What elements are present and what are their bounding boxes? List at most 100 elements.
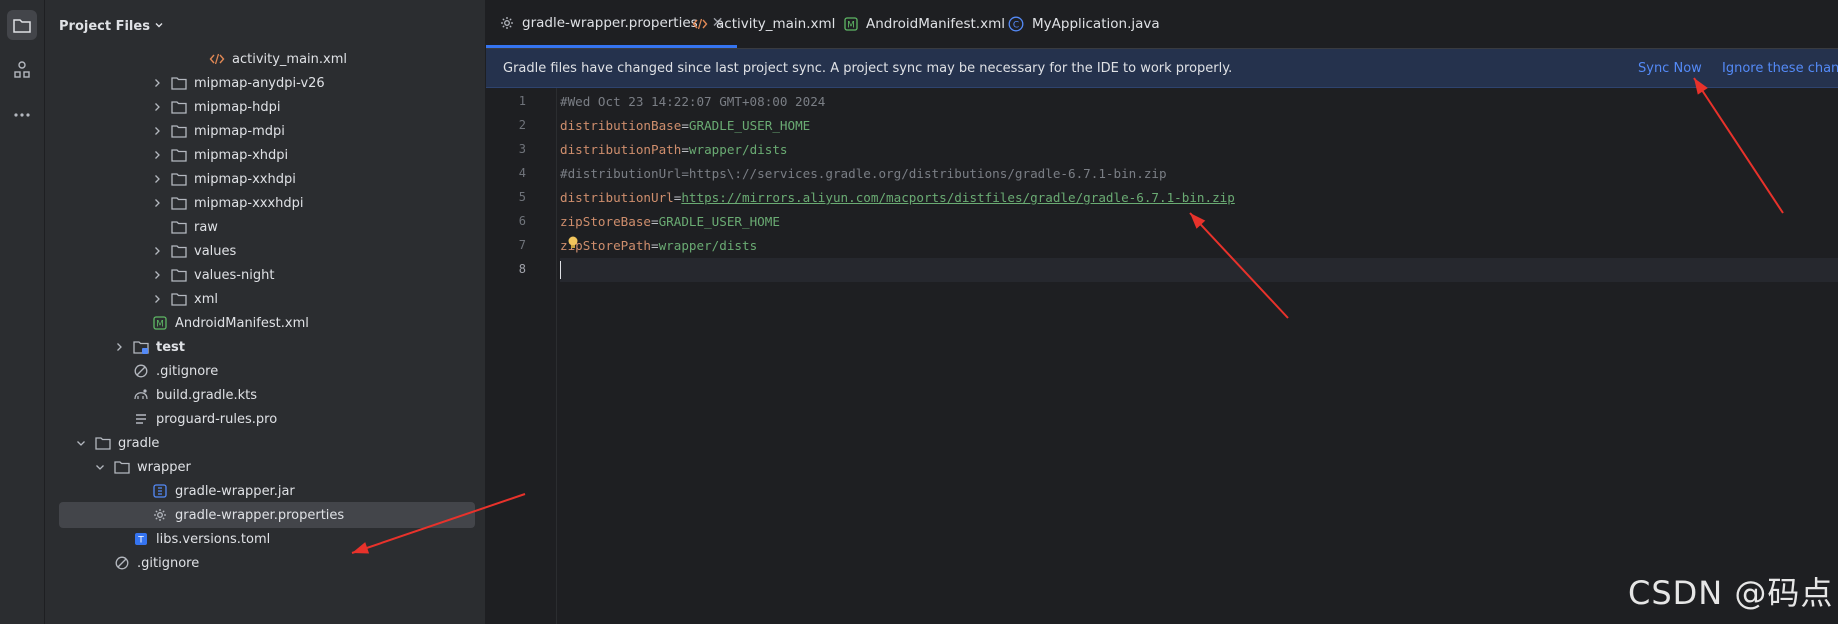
more-tools-icon[interactable] bbox=[7, 100, 37, 130]
tree-item-label: AndroidManifest.xml bbox=[175, 315, 309, 331]
xml-file-icon bbox=[208, 51, 226, 67]
line-number: 1 bbox=[518, 94, 526, 108]
ignore-changes-link[interactable]: Ignore these chang bbox=[1722, 61, 1838, 76]
folder-icon bbox=[113, 459, 131, 475]
manifest-file-icon: M bbox=[151, 315, 169, 331]
chevron-down-icon bbox=[154, 19, 164, 34]
tree-item[interactable]: proguard-rules.pro bbox=[45, 406, 475, 432]
property-key: distributionBase bbox=[560, 118, 682, 133]
code-line[interactable] bbox=[560, 258, 1838, 282]
folder-icon bbox=[170, 291, 188, 307]
tree-item[interactable]: build.gradle.kts bbox=[45, 382, 475, 408]
lightbulb-icon[interactable] bbox=[567, 234, 579, 258]
tree-item[interactable]: mipmap-anydpi-v26 bbox=[45, 70, 475, 96]
chevron-down-icon[interactable] bbox=[93, 460, 107, 474]
code-line[interactable]: distributionPath=wrapper/dists bbox=[560, 138, 1838, 162]
code-line[interactable]: #distributionUrl=https\://services.gradl… bbox=[560, 162, 1838, 186]
tree-item[interactable]: Tlibs.versions.toml bbox=[45, 526, 475, 552]
tree-item-label: xml bbox=[194, 291, 218, 307]
tree-item-label: mipmap-hdpi bbox=[194, 99, 281, 115]
tree-item-label: mipmap-xxhdpi bbox=[194, 171, 296, 187]
equals-sign: = bbox=[651, 238, 659, 253]
tree-item-label: values-night bbox=[194, 267, 275, 283]
tree-item[interactable]: gradle-wrapper.jar bbox=[45, 478, 475, 504]
tree-item-label: mipmap-anydpi-v26 bbox=[194, 75, 325, 91]
folder-icon bbox=[170, 243, 188, 259]
chevron-right-icon[interactable] bbox=[150, 100, 164, 114]
tab-label: MyApplication.java bbox=[1032, 16, 1160, 32]
tree-item[interactable]: values-night bbox=[45, 262, 475, 288]
project-files-dropdown[interactable]: Project Files bbox=[59, 15, 164, 37]
tree-item-label: mipmap-xhdpi bbox=[194, 147, 289, 163]
structure-icon[interactable] bbox=[7, 55, 37, 85]
property-url-value[interactable]: https://mirrors.aliyun.com/macports/dist… bbox=[681, 190, 1235, 205]
tree-item[interactable]: values bbox=[45, 238, 475, 264]
project-files-icon[interactable] bbox=[7, 10, 37, 40]
line-number: 3 bbox=[518, 142, 526, 156]
activity-bar bbox=[0, 0, 45, 624]
code-line[interactable]: zipStoreBase=GRADLE_USER_HOME bbox=[560, 210, 1838, 234]
chevron-right-icon[interactable] bbox=[150, 124, 164, 138]
tree-item[interactable]: test bbox=[45, 334, 475, 360]
svg-text:M: M bbox=[156, 320, 164, 330]
equals-sign: = bbox=[651, 214, 659, 229]
tree-item[interactable]: activity_main.xml bbox=[45, 46, 475, 72]
code-comment: #Wed Oct 23 14:22:07 GMT+08:00 2024 bbox=[560, 94, 826, 109]
tree-item[interactable]: mipmap-hdpi bbox=[45, 94, 475, 120]
tree-item[interactable]: .gitignore bbox=[45, 550, 475, 576]
svg-text:C: C bbox=[1013, 21, 1019, 31]
properties-file-icon bbox=[500, 16, 514, 30]
tree-item[interactable]: mipmap-mdpi bbox=[45, 118, 475, 144]
svg-text:M: M bbox=[847, 21, 855, 31]
chevron-right-icon[interactable] bbox=[150, 268, 164, 282]
chevron-down-icon[interactable] bbox=[74, 436, 88, 450]
tree-item-label: wrapper bbox=[137, 459, 191, 475]
java-class-icon: C bbox=[1008, 16, 1024, 32]
chevron-right-icon[interactable] bbox=[150, 196, 164, 210]
panel-title: Project Files bbox=[59, 18, 150, 34]
code-line[interactable]: #Wed Oct 23 14:22:07 GMT+08:00 2024 bbox=[560, 90, 1838, 114]
chevron-right-icon[interactable] bbox=[150, 244, 164, 258]
tree-item[interactable]: gradle-wrapper.properties bbox=[59, 502, 475, 528]
property-value: wrapper/dists bbox=[658, 238, 758, 253]
tree-item[interactable]: raw bbox=[45, 214, 475, 240]
tree-item[interactable]: mipmap-xxhdpi bbox=[45, 166, 475, 192]
folder-icon bbox=[170, 195, 188, 211]
sync-now-link[interactable]: Sync Now bbox=[1638, 61, 1702, 76]
chevron-right-icon[interactable] bbox=[150, 172, 164, 186]
property-value: GRADLE_USER_HOME bbox=[658, 214, 780, 229]
tree-item[interactable]: gradle bbox=[45, 430, 475, 456]
property-value: GRADLE_USER_HOME bbox=[688, 118, 811, 133]
folder-icon bbox=[94, 435, 112, 451]
tree-item-label: .gitignore bbox=[156, 363, 219, 379]
tree-item[interactable]: xml bbox=[45, 286, 475, 312]
code-line[interactable]: zipStorePath=wrapper/dists bbox=[560, 234, 1838, 258]
tree-item-label: libs.versions.toml bbox=[156, 531, 271, 547]
tree-item[interactable]: mipmap-xxxhdpi bbox=[45, 190, 475, 216]
line-number: 5 bbox=[518, 190, 526, 204]
tree-item[interactable]: mipmap-xhdpi bbox=[45, 142, 475, 168]
tree-item[interactable]: M AndroidManifest.xml bbox=[45, 310, 475, 336]
code-line[interactable]: distributionBase=GRADLE_USER_HOME bbox=[560, 114, 1838, 138]
code-line[interactable]: distributionUrl=https://mirrors.aliyun.c… bbox=[560, 186, 1838, 210]
line-number: 4 bbox=[518, 166, 526, 180]
chevron-right-icon[interactable] bbox=[150, 292, 164, 306]
tree-item[interactable]: wrapper bbox=[45, 454, 475, 480]
editor-tab[interactable]: M AndroidManifest.xml bbox=[830, 0, 1019, 48]
chevron-right-icon[interactable] bbox=[150, 76, 164, 90]
gitignore-icon bbox=[132, 363, 150, 379]
chevron-right-icon[interactable] bbox=[150, 148, 164, 162]
text-caret bbox=[560, 261, 561, 279]
properties-file-icon bbox=[151, 507, 169, 523]
editor-tab[interactable]: activity_main.xml bbox=[678, 0, 849, 48]
tree-item[interactable]: .gitignore bbox=[45, 358, 475, 384]
chevron-right-icon[interactable] bbox=[112, 340, 126, 354]
editor-tab[interactable]: C MyApplication.java bbox=[994, 0, 1174, 48]
svg-text:T: T bbox=[137, 536, 144, 546]
